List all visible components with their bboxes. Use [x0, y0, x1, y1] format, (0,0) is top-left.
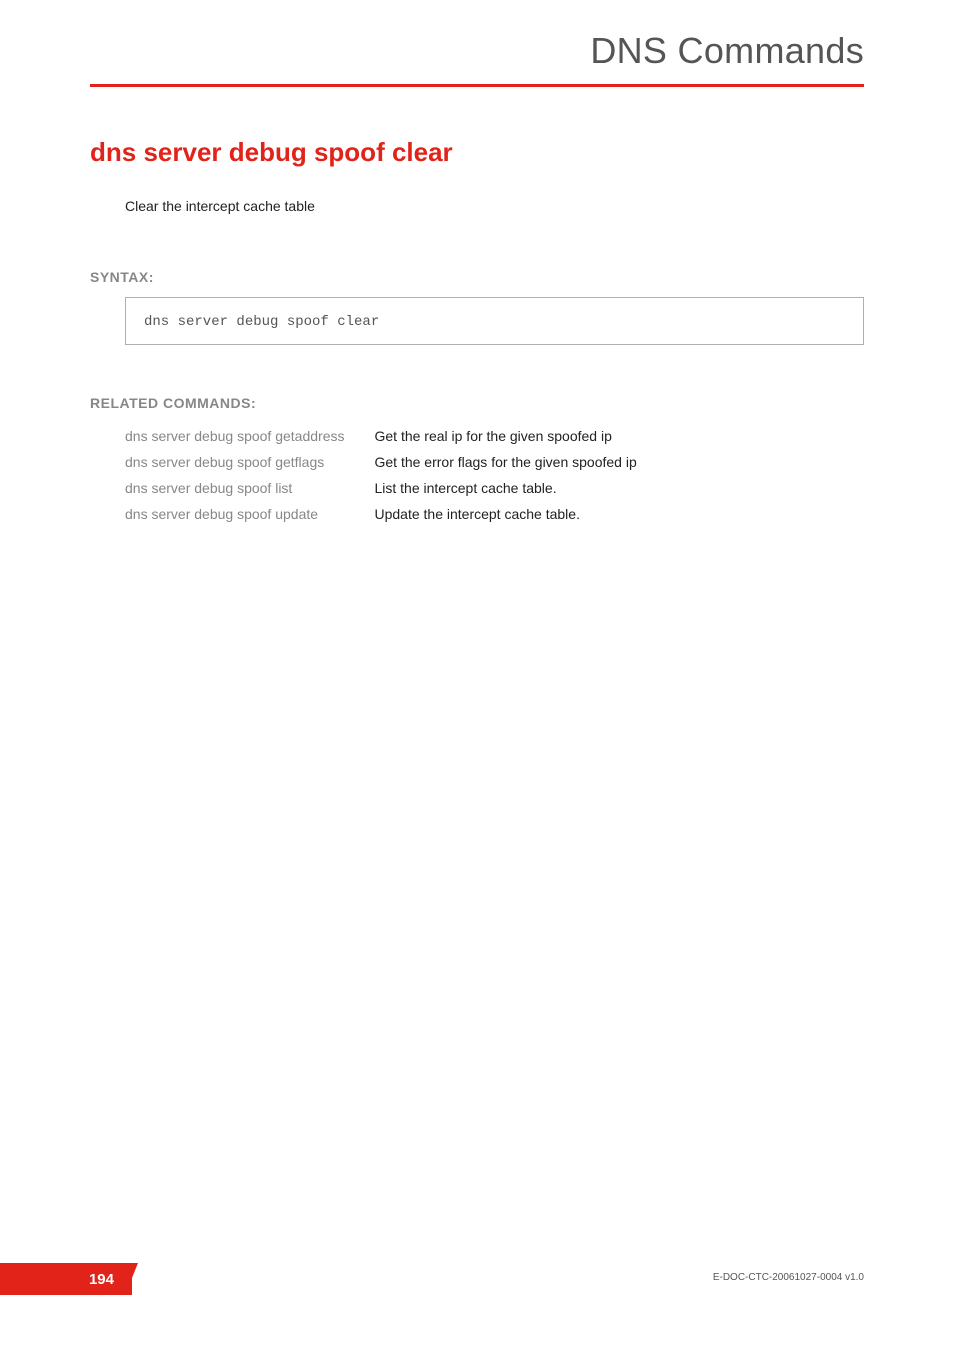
related-command-desc: Get the real ip for the given spoofed ip [374, 423, 636, 449]
page-header: DNS Commands [0, 0, 954, 87]
document-id: E-DOC-CTC-20061027-0004 v1.0 [713, 1272, 864, 1283]
related-command-name: dns server debug spoof list [125, 475, 374, 501]
related-command-desc: Get the error flags for the given spoofe… [374, 449, 636, 475]
table-row: dns server debug spoof getflags Get the … [125, 449, 637, 475]
related-command-name: dns server debug spoof update [125, 501, 374, 527]
table-row: dns server debug spoof list List the int… [125, 475, 637, 501]
table-row: dns server debug spoof update Update the… [125, 501, 637, 527]
chapter-title: DNS Commands [90, 30, 864, 72]
table-row: dns server debug spoof getaddress Get th… [125, 423, 637, 449]
related-commands-table: dns server debug spoof getaddress Get th… [125, 423, 637, 527]
page-footer: E-DOC-CTC-20061027-0004 v1.0 194 [0, 1263, 954, 1295]
related-commands-heading: RELATED COMMANDS: [90, 395, 864, 411]
syntax-code: dns server debug spoof clear [144, 314, 379, 330]
page-number: 194 [0, 1263, 132, 1295]
content-area: dns server debug spoof clear Clear the i… [0, 87, 954, 527]
page-number-block: 194 [0, 1263, 138, 1295]
syntax-heading: SYNTAX: [90, 269, 864, 285]
command-title: dns server debug spoof clear [90, 137, 864, 168]
related-command-desc: Update the intercept cache table. [374, 501, 636, 527]
syntax-box: dns server debug spoof clear [125, 297, 864, 345]
command-description: Clear the intercept cache table [125, 198, 864, 214]
related-command-name: dns server debug spoof getflags [125, 449, 374, 475]
page: DNS Commands dns server debug spoof clea… [0, 0, 954, 1350]
related-command-desc: List the intercept cache table. [374, 475, 636, 501]
related-command-name: dns server debug spoof getaddress [125, 423, 374, 449]
